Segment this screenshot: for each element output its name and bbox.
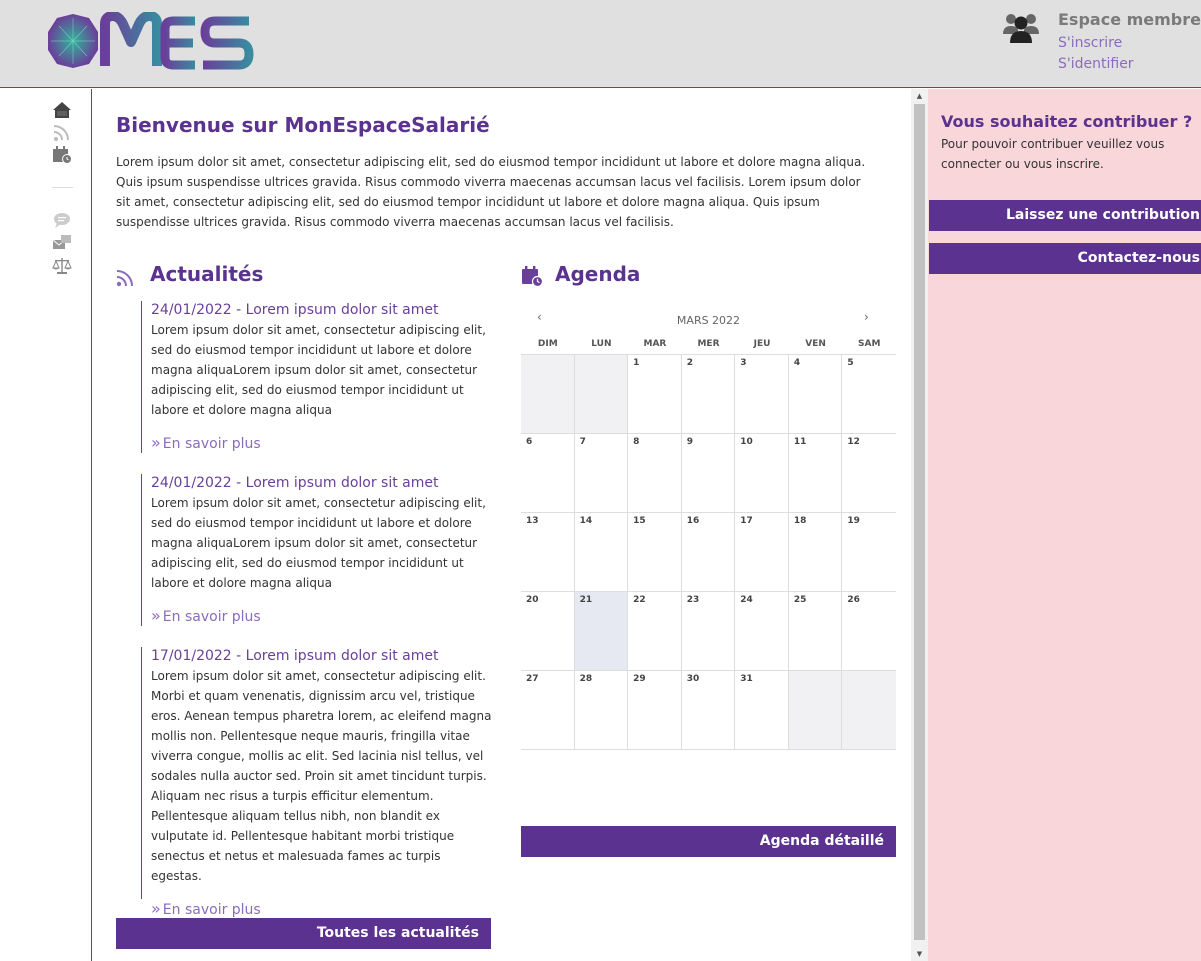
calendar-day-cell[interactable]: 11 — [788, 434, 843, 513]
calendar-day-cell[interactable]: 29 — [628, 671, 682, 750]
page-title: Bienvenue sur MonEspaceSalarié — [116, 113, 490, 137]
calendar-day-cell[interactable]: 13 — [521, 513, 575, 592]
calendar-day-cell[interactable]: 26 — [842, 592, 896, 671]
day-header: JEU — [753, 339, 771, 349]
calendar-day-cell[interactable]: 8 — [628, 434, 682, 513]
calendar-empty-cell — [842, 671, 896, 750]
sidebar-divider — [52, 187, 73, 188]
calendar-clock-icon — [522, 266, 543, 287]
calendar-day-cell[interactable]: 22 — [628, 592, 682, 671]
balance-icon[interactable] — [52, 257, 72, 275]
news-body: Lorem ipsum dolor sit amet, consectetur … — [151, 669, 492, 883]
member-area: Espace membre S'inscrire S'identifier — [1001, 8, 1201, 78]
calendar-day-cell[interactable]: 31 — [735, 671, 789, 750]
news-headline[interactable]: 24/01/2022 - Lorem ipsum dolor sit amet — [151, 474, 493, 492]
calendar-day-cell[interactable]: 4 — [788, 355, 843, 434]
day-header: SAM — [858, 339, 881, 349]
double-chevron-right-icon: » — [151, 433, 161, 452]
news-section-title: Actualités — [150, 262, 264, 286]
calendar-day-cell[interactable]: 14 — [574, 513, 629, 592]
scroll-down-icon[interactable]: ▼ — [911, 947, 928, 961]
day-header: MAR — [643, 339, 667, 349]
member-title: Espace membre — [1058, 10, 1201, 29]
day-header: LUN — [591, 339, 612, 349]
scroll-up-icon[interactable]: ▲ — [911, 89, 928, 103]
contribute-text: Pour pouvoir contribuer veuillez vous co… — [941, 137, 1165, 171]
news-item: 24/01/2022 - Lorem ipsum dolor sit amet … — [141, 301, 493, 453]
rss-icon — [116, 270, 133, 287]
news-headline[interactable]: 17/01/2022 - Lorem ipsum dolor sit amet — [151, 647, 493, 665]
calendar-day-cell[interactable]: 24 — [735, 592, 789, 671]
calendar-day-cell[interactable]: 16 — [681, 513, 736, 592]
day-header: VEN — [805, 339, 826, 349]
icon-sidebar — [0, 89, 92, 961]
all-news-button[interactable]: Toutes les actualités — [116, 918, 491, 949]
header: Espace membre S'inscrire S'identifier — [0, 0, 1201, 88]
read-more-link[interactable]: » En savoir plus — [151, 899, 493, 920]
calendar-day-cell[interactable]: 20 — [521, 592, 575, 671]
next-month-icon[interactable]: › — [864, 310, 869, 324]
calendar-day-cell[interactable]: 18 — [788, 513, 843, 592]
register-link[interactable]: S'inscrire — [1058, 35, 1122, 51]
calendar-day-cell[interactable]: 12 — [842, 434, 896, 513]
calendar-day-cell[interactable]: 2 — [681, 355, 736, 434]
calendar-nav: ‹ MARS 2022 › — [521, 307, 896, 337]
news-body: Lorem ipsum dolor sit amet, consectetur … — [151, 496, 486, 590]
calendar-day-cell[interactable]: 7 — [574, 434, 629, 513]
calendar-empty-cell — [574, 355, 629, 434]
detailed-agenda-button[interactable]: Agenda détaillé — [521, 826, 896, 857]
news-body: Lorem ipsum dolor sit amet, consectetur … — [151, 323, 486, 417]
read-more-link[interactable]: » En savoir plus — [151, 433, 493, 454]
calendar-day-cell[interactable]: 1 — [628, 355, 682, 434]
news-item: 17/01/2022 - Lorem ipsum dolor sit amet … — [141, 647, 493, 918]
calendar-day-cell[interactable]: 25 — [788, 592, 843, 671]
calendar-day-cell[interactable]: 30 — [681, 671, 736, 750]
scroll-thumb[interactable] — [914, 104, 925, 940]
calendar-day-cell[interactable]: 19 — [842, 513, 896, 592]
calendar-day-cell[interactable]: 5 — [842, 355, 896, 434]
chat-icon[interactable] — [52, 211, 72, 229]
calendar-month: MARS 2022 — [676, 314, 741, 327]
read-more-link[interactable]: » En savoir plus — [151, 606, 493, 627]
mail-icon[interactable] — [52, 234, 72, 252]
calendar-day-cell[interactable]: 15 — [628, 513, 682, 592]
day-header: DIM — [537, 339, 558, 349]
contact-button[interactable]: Contactez-nous — [929, 243, 1201, 274]
calendar-day-cell[interactable]: 21 — [574, 592, 629, 671]
calendar-day-cell[interactable]: 10 — [735, 434, 789, 513]
news-item: 24/01/2022 - Lorem ipsum dolor sit amet … — [141, 474, 493, 626]
mes-logo[interactable] — [45, 12, 255, 70]
agenda-section-title: Agenda — [555, 262, 641, 286]
home-icon[interactable] — [52, 101, 72, 119]
calendar-icon[interactable] — [52, 146, 72, 164]
calendar-empty-cell — [788, 671, 843, 750]
calendar-grid: 1 2 3 4 5 6 7 8 9 10 11 12 13 14 15 16 17 18 19 20 21 22 23 24 2… — [521, 355, 896, 750]
calendar-day-cell[interactable]: 17 — [735, 513, 789, 592]
calendar-day-cell[interactable]: 27 — [521, 671, 575, 750]
calendar: ‹ MARS 2022 › DIM LUN MAR MER JEU VEN SA… — [521, 307, 896, 750]
double-chevron-right-icon: » — [151, 899, 161, 918]
read-more-label: En savoir plus — [162, 609, 261, 625]
contribution-button[interactable]: Laissez une contribution — [929, 200, 1201, 231]
welcome-text: Lorem ipsum dolor sit amet, consectetur … — [116, 155, 866, 229]
calendar-day-cell[interactable]: 6 — [521, 434, 575, 513]
rss-icon[interactable] — [52, 124, 72, 142]
users-icon — [1003, 14, 1039, 43]
main-content: Bienvenue sur MonEspaceSalarié Lorem ips… — [93, 89, 911, 961]
right-panel: Vous souhaitez contribuer ? Pour pouvoir… — [928, 89, 1201, 961]
calendar-day-cell[interactable]: 23 — [681, 592, 736, 671]
calendar-empty-cell — [521, 355, 575, 434]
double-chevron-right-icon: » — [151, 606, 161, 625]
calendar-day-cell[interactable]: 9 — [681, 434, 736, 513]
news-headline[interactable]: 24/01/2022 - Lorem ipsum dolor sit amet — [151, 301, 493, 319]
login-link[interactable]: S'identifier — [1058, 56, 1134, 72]
read-more-label: En savoir plus — [162, 436, 261, 452]
calendar-day-cell[interactable]: 3 — [735, 355, 789, 434]
scrollbar[interactable]: ▲ ▼ — [911, 89, 928, 961]
calendar-day-headers: DIM LUN MAR MER JEU VEN SAM — [521, 337, 896, 355]
day-header: MER — [697, 339, 720, 349]
contribute-title: Vous souhaitez contribuer ? — [941, 112, 1193, 131]
calendar-day-cell[interactable]: 28 — [574, 671, 629, 750]
read-more-label: En savoir plus — [162, 902, 261, 918]
